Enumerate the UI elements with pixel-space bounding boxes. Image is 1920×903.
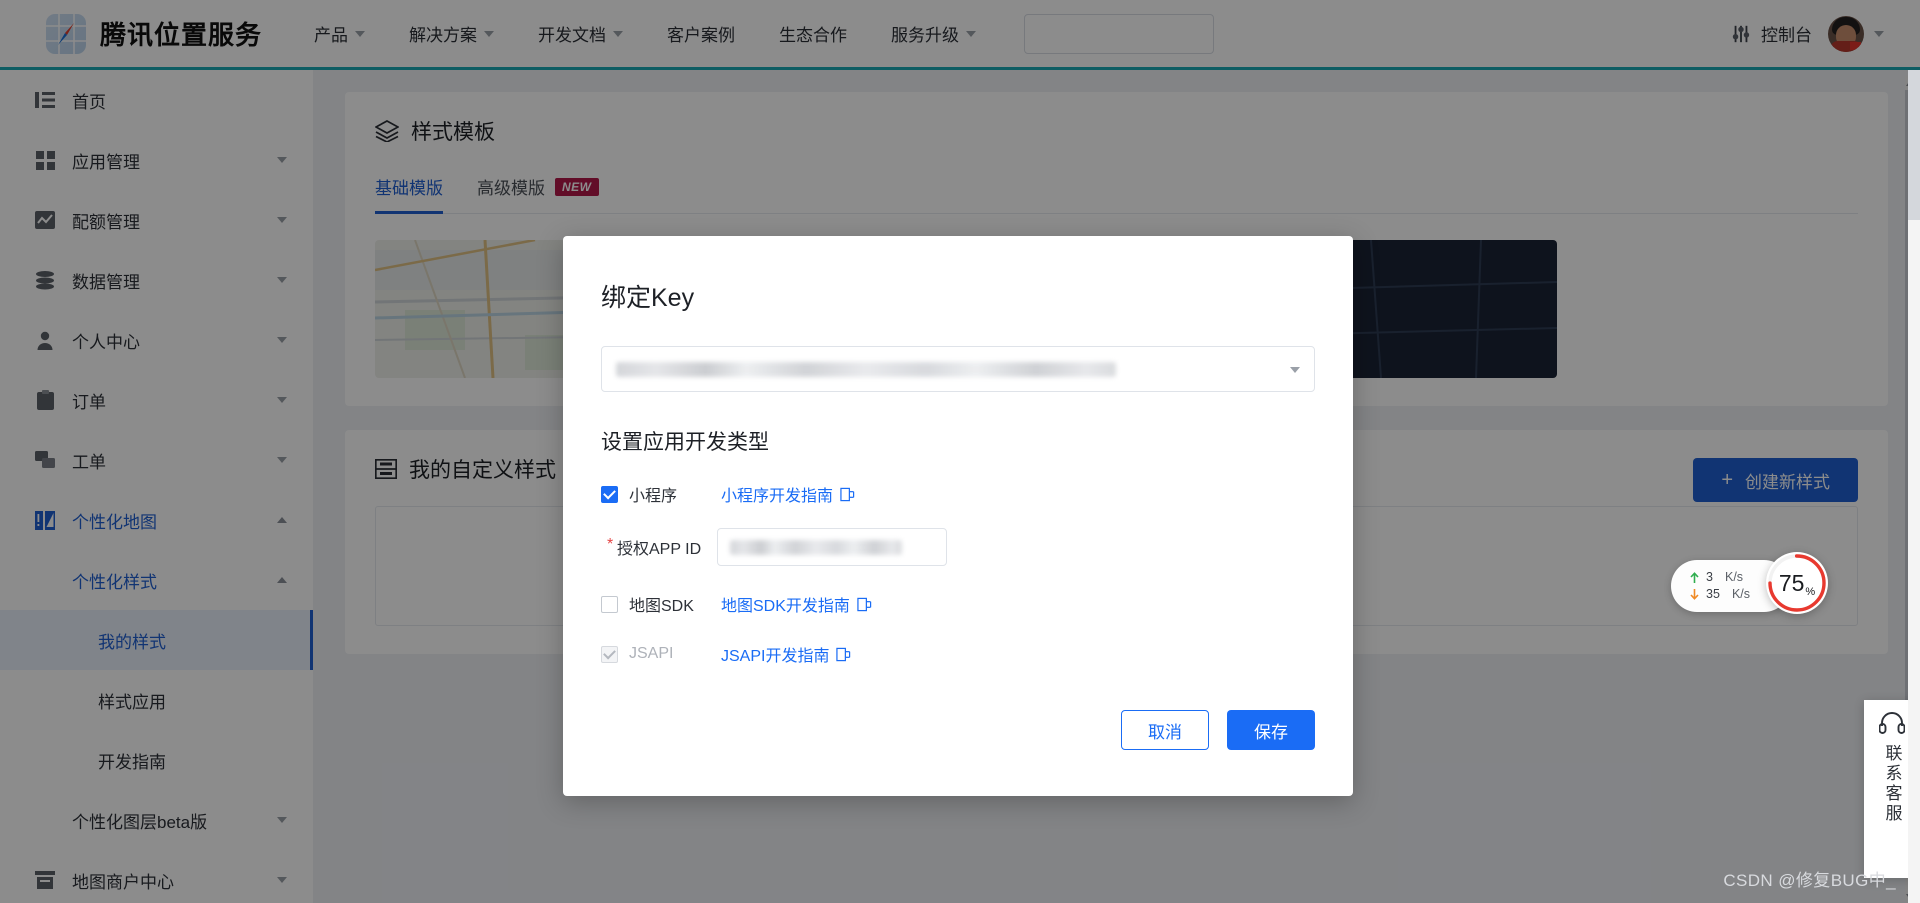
arrow-up-icon: [1690, 571, 1699, 583]
checkbox-mapsdk[interactable]: [601, 595, 618, 613]
option-row-jsapi: JSAPI JSAPI开发指南: [601, 642, 1315, 666]
option-label: JSAPI: [629, 645, 674, 662]
link-jsapi-guide[interactable]: JSAPI开发指南: [721, 642, 851, 666]
arrow-down-icon: [1690, 589, 1699, 601]
appid-label-text: 授权APP ID: [617, 541, 702, 558]
link-mapsdk-guide[interactable]: 地图SDK开发指南: [721, 592, 872, 616]
download-unit: K/s: [1731, 587, 1750, 601]
dialog-actions: 取消 保存: [1121, 710, 1315, 750]
dialog-title: 绑定Key: [601, 284, 695, 312]
link-label: JSAPI开发指南: [721, 648, 830, 665]
upload-speed: 3 K/s: [1689, 569, 1750, 586]
download-value: 35: [1706, 587, 1720, 601]
download-speed: 35 K/s: [1689, 586, 1750, 603]
option-row-miniprogram: 小程序 小程序开发指南: [601, 482, 1315, 506]
link-label: 小程序开发指南: [721, 488, 834, 505]
chevron-down-icon[interactable]: [1290, 367, 1300, 373]
headset-icon: [1879, 712, 1905, 734]
watermark: CSDN @修复BUG中_: [1723, 871, 1896, 890]
appid-row: * 授权APP ID: [601, 528, 1315, 566]
appid-label: * 授权APP ID: [607, 535, 701, 559]
doc-icon: [840, 487, 855, 501]
dev-type-section-title: 设置应用开发类型: [601, 431, 769, 454]
checkbox-miniprogram[interactable]: [601, 485, 618, 503]
page-scrollbar[interactable]: [1908, 70, 1920, 903]
link-label: 地图SDK开发指南: [721, 598, 850, 615]
page-scrollbar-thumb[interactable]: [1908, 70, 1920, 220]
doc-icon: [857, 597, 872, 611]
gauge-suffix: %: [1805, 586, 1816, 598]
option-label: 小程序: [629, 488, 678, 505]
bind-key-dialog: 绑定Key 设置应用开发类型 小程序 小程序开发指南 * 授权APP ID 地图…: [563, 236, 1353, 796]
appid-value-redacted: [730, 539, 903, 555]
link-miniprogram-guide[interactable]: 小程序开发指南: [721, 482, 855, 506]
support-label: 联系客服: [1882, 744, 1902, 824]
option-label: 地图SDK: [629, 598, 694, 615]
key-select[interactable]: [601, 346, 1315, 392]
save-button[interactable]: 保存: [1227, 710, 1315, 750]
cancel-button[interactable]: 取消: [1121, 710, 1209, 750]
app-root: 腾讯位置服务 产品 解决方案 开发文档 客户案例 生态合作 服务升级 控制台 首…: [0, 0, 1920, 903]
gauge-value: 75: [1778, 569, 1805, 596]
key-select-value-redacted: [616, 361, 1116, 377]
cpu-gauge-widget[interactable]: 75 %: [1766, 552, 1828, 614]
appid-input[interactable]: [717, 528, 948, 566]
checkbox-jsapi: [601, 645, 618, 663]
upload-unit: K/s: [1724, 570, 1744, 585]
required-asterisk: *: [607, 536, 614, 553]
upload-value: 3: [1706, 570, 1713, 585]
option-row-mapsdk: 地图SDK 地图SDK开发指南: [601, 592, 1315, 616]
doc-icon: [836, 647, 851, 661]
